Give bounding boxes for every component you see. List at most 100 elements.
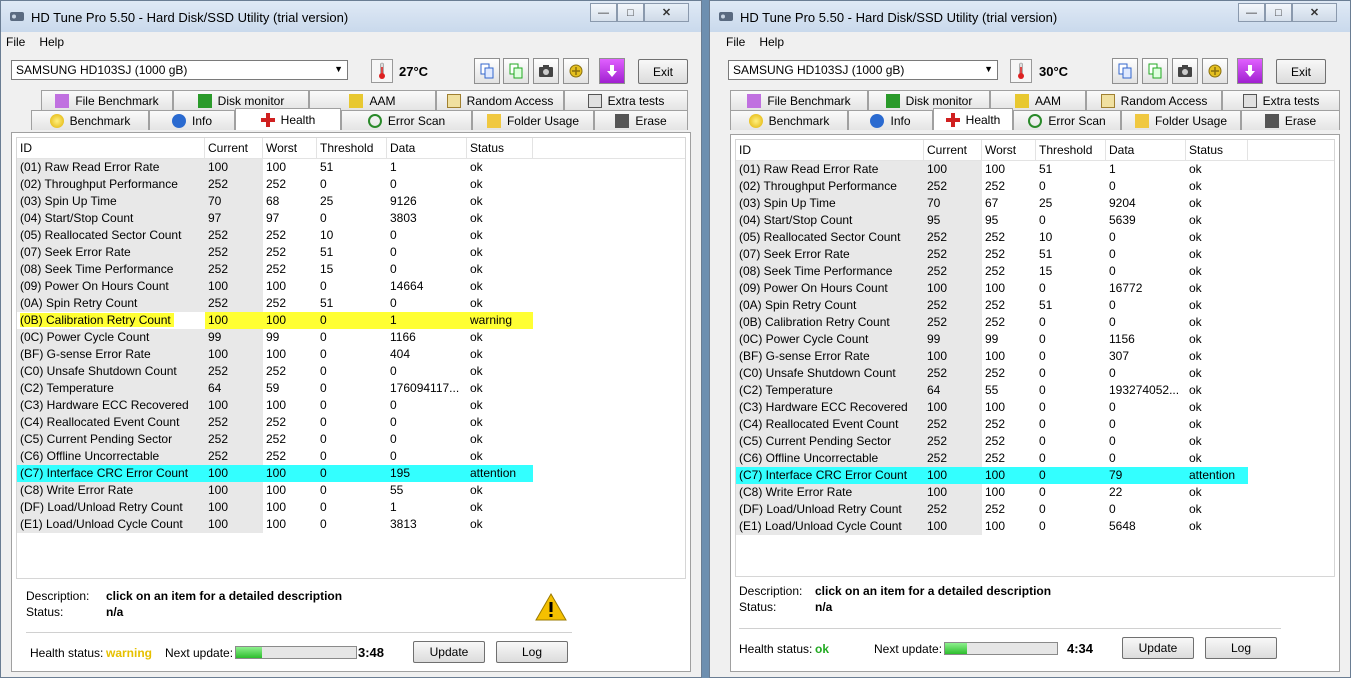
column-header-status[interactable]: Status xyxy=(467,138,533,158)
minimize-button[interactable]: — xyxy=(1238,3,1265,22)
tab-file-benchmark[interactable]: File Benchmark xyxy=(730,90,868,110)
tab-health[interactable]: Health xyxy=(235,108,341,130)
table-row[interactable]: (BF) G-sense Error Rate 100 100 0 404 ok xyxy=(17,346,685,363)
tab-random-access[interactable]: Random Access xyxy=(436,90,564,110)
table-row[interactable]: (C3) Hardware ECC Recovered 100 100 0 0 ok xyxy=(17,397,685,414)
menu-file[interactable]: File xyxy=(6,35,25,49)
table-row[interactable]: (01) Raw Read Error Rate 100 100 51 1 ok xyxy=(736,161,1334,178)
menu-help[interactable]: Help xyxy=(759,35,784,49)
save-button[interactable] xyxy=(1237,58,1263,84)
menu-file[interactable]: File xyxy=(726,35,745,49)
table-row[interactable]: (0B) Calibration Retry Count 252 252 0 0 ok xyxy=(736,314,1334,331)
copy-all-button[interactable] xyxy=(503,58,529,84)
tab-info[interactable]: Info xyxy=(149,110,235,130)
exit-button[interactable]: Exit xyxy=(1276,59,1326,84)
table-row[interactable]: (C4) Reallocated Event Count 252 252 0 0 ok xyxy=(17,414,685,431)
column-header-data[interactable]: Data xyxy=(387,138,467,158)
table-row[interactable]: (04) Start/Stop Count 97 97 0 3803 ok xyxy=(17,210,685,227)
table-row[interactable]: (C3) Hardware ECC Recovered 100 100 0 0 ok xyxy=(736,399,1334,416)
tab-aam[interactable]: AAM xyxy=(990,90,1086,110)
table-row[interactable]: (08) Seek Time Performance 252 252 15 0 ok xyxy=(736,263,1334,280)
update-button[interactable]: Update xyxy=(413,641,485,663)
tab-disk-monitor[interactable]: Disk monitor xyxy=(868,90,990,110)
close-button[interactable]: ✕ xyxy=(1292,3,1337,22)
column-header-id[interactable]: ID xyxy=(17,138,205,158)
table-row[interactable]: (03) Spin Up Time 70 67 25 9204 ok xyxy=(736,195,1334,212)
tab-erase[interactable]: Erase xyxy=(1241,110,1340,130)
column-header-threshold[interactable]: Threshold xyxy=(317,138,387,158)
minimize-button[interactable]: — xyxy=(590,3,617,22)
tab-random-access[interactable]: Random Access xyxy=(1086,90,1222,110)
table-row[interactable]: (09) Power On Hours Count 100 100 0 14664 ok xyxy=(17,278,685,295)
copy-info-button[interactable] xyxy=(1112,58,1138,84)
screenshot-button[interactable] xyxy=(533,58,559,84)
log-button[interactable]: Log xyxy=(1205,637,1277,659)
table-row[interactable]: (C5) Current Pending Sector 252 252 0 0 ok xyxy=(736,433,1334,450)
tab-file-benchmark[interactable]: File Benchmark xyxy=(41,90,173,110)
column-header-current[interactable]: Current xyxy=(205,138,263,158)
column-header-worst[interactable]: Worst xyxy=(982,140,1036,160)
close-button[interactable]: ✕ xyxy=(644,3,689,22)
tab-extra-tests[interactable]: Extra tests xyxy=(1222,90,1340,110)
tab-extra-tests[interactable]: Extra tests xyxy=(564,90,688,110)
table-row[interactable]: (03) Spin Up Time 70 68 25 9126 ok xyxy=(17,193,685,210)
table-row[interactable]: (C6) Offline Uncorrectable 252 252 0 0 ok xyxy=(736,450,1334,467)
copy-all-button[interactable] xyxy=(1142,58,1168,84)
table-row[interactable]: (C4) Reallocated Event Count 252 252 0 0 ok xyxy=(736,416,1334,433)
table-row[interactable]: (0C) Power Cycle Count 99 99 0 1156 ok xyxy=(736,331,1334,348)
exit-button[interactable]: Exit xyxy=(638,59,688,84)
log-button[interactable]: Log xyxy=(496,641,568,663)
table-row[interactable]: (C5) Current Pending Sector 252 252 0 0 ok xyxy=(17,431,685,448)
table-row[interactable]: (0C) Power Cycle Count 99 99 0 1166 ok xyxy=(17,329,685,346)
title-bar[interactable]: HD Tune Pro 5.50 - Hard Disk/SSD Utility… xyxy=(710,1,1350,32)
table-row[interactable]: (C7) Interface CRC Error Count 100 100 0 195… xyxy=(17,465,685,482)
tab-erase[interactable]: Erase xyxy=(594,110,688,130)
column-header-status[interactable]: Status xyxy=(1186,140,1248,160)
table-row[interactable]: (C2) Temperature 64 59 0 176094117... ok xyxy=(17,380,685,397)
options-button[interactable] xyxy=(1202,58,1228,84)
tab-folder-usage[interactable]: Folder Usage xyxy=(472,110,594,130)
table-row[interactable]: (0A) Spin Retry Count 252 252 51 0 ok xyxy=(736,297,1334,314)
options-button[interactable] xyxy=(563,58,589,84)
copy-info-button[interactable] xyxy=(474,58,500,84)
maximize-button[interactable]: □ xyxy=(617,3,644,22)
tab-error-scan[interactable]: Error Scan xyxy=(1013,110,1121,130)
table-row[interactable]: (DF) Load/Unload Retry Count 252 252 0 0 ok xyxy=(736,501,1334,518)
table-row[interactable]: (07) Seek Error Rate 252 252 51 0 ok xyxy=(17,244,685,261)
tab-benchmark[interactable]: Benchmark xyxy=(730,110,848,130)
table-row[interactable]: (E1) Load/Unload Cycle Count 100 100 0 5648 o… xyxy=(736,518,1334,535)
table-row[interactable]: (07) Seek Error Rate 252 252 51 0 ok xyxy=(736,246,1334,263)
drive-select[interactable]: SAMSUNG HD103SJ (1000 gB) ▼ xyxy=(11,60,348,80)
table-row[interactable]: (05) Reallocated Sector Count 252 252 10 0 ok xyxy=(736,229,1334,246)
tab-health[interactable]: Health xyxy=(933,108,1013,130)
table-row[interactable]: (C2) Temperature 64 55 0 193274052... ok xyxy=(736,382,1334,399)
table-row[interactable]: (C6) Offline Uncorrectable 252 252 0 0 ok xyxy=(17,448,685,465)
table-row[interactable]: (01) Raw Read Error Rate 100 100 51 1 ok xyxy=(17,159,685,176)
screenshot-button[interactable] xyxy=(1172,58,1198,84)
tab-info[interactable]: Info xyxy=(848,110,933,130)
menu-help[interactable]: Help xyxy=(39,35,64,49)
table-row[interactable]: (C7) Interface CRC Error Count 100 100 0 79 a… xyxy=(736,467,1334,484)
table-row[interactable]: (02) Throughput Performance 252 252 0 0 ok xyxy=(736,178,1334,195)
table-row[interactable]: (0B) Calibration Retry Count 100 100 0 1 warn… xyxy=(17,312,685,329)
table-row[interactable]: (C0) Unsafe Shutdown Count 252 252 0 0 ok xyxy=(17,363,685,380)
drive-select[interactable]: SAMSUNG HD103SJ (1000 gB) ▼ xyxy=(728,60,998,80)
update-button[interactable]: Update xyxy=(1122,637,1194,659)
table-row[interactable]: (04) Start/Stop Count 95 95 0 5639 ok xyxy=(736,212,1334,229)
column-header-id[interactable]: ID xyxy=(736,140,924,160)
column-header-current[interactable]: Current xyxy=(924,140,982,160)
column-header-worst[interactable]: Worst xyxy=(263,138,317,158)
table-row[interactable]: (08) Seek Time Performance 252 252 15 0 ok xyxy=(17,261,685,278)
table-row[interactable]: (DF) Load/Unload Retry Count 100 100 0 1 ok xyxy=(17,499,685,516)
table-row[interactable]: (0A) Spin Retry Count 252 252 51 0 ok xyxy=(17,295,685,312)
table-row[interactable]: (05) Reallocated Sector Count 252 252 10 0 ok xyxy=(17,227,685,244)
table-row[interactable]: (C8) Write Error Rate 100 100 0 55 ok xyxy=(17,482,685,499)
column-header-data[interactable]: Data xyxy=(1106,140,1186,160)
table-row[interactable]: (E1) Load/Unload Cycle Count 100 100 0 3813 o… xyxy=(17,516,685,533)
tab-error-scan[interactable]: Error Scan xyxy=(341,110,472,130)
column-header-threshold[interactable]: Threshold xyxy=(1036,140,1106,160)
title-bar[interactable]: HD Tune Pro 5.50 - Hard Disk/SSD Utility… xyxy=(1,1,701,32)
tab-benchmark[interactable]: Benchmark xyxy=(31,110,149,130)
table-row[interactable]: (BF) G-sense Error Rate 100 100 0 307 ok xyxy=(736,348,1334,365)
table-row[interactable]: (C0) Unsafe Shutdown Count 252 252 0 0 ok xyxy=(736,365,1334,382)
